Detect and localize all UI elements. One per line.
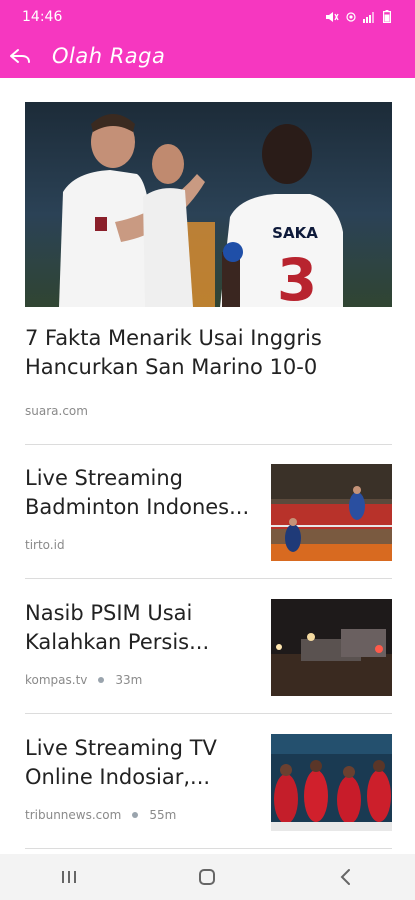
article-item-psim[interactable]: Nasib PSIM Usai Kalahkan Persis... kompa… [25,599,392,696]
article-title[interactable]: Live Streaming Badminton Indones... [25,464,257,522]
signal-icon [363,11,374,23]
divider [25,848,392,849]
article-source: kompas.tv [25,673,88,687]
status-icons [325,10,391,23]
status-bar: 14:46 [0,0,415,33]
system-nav-bar [0,854,415,900]
badminton-photo [271,464,392,561]
article-title[interactable]: Live Streaming TV Online Indosiar,... [25,734,257,792]
battery-icon [383,10,391,23]
page-title: Olah Raga [52,43,166,68]
recent-apps-button[interactable] [49,862,89,892]
news-feed[interactable]: SAKA 3 7 Fakta Menarik Usai Inggris Hanc… [0,78,415,854]
article-item-badminton[interactable]: Live Streaming Badminton Indones... tirt… [25,464,392,561]
article-item-indosiar[interactable]: Live Streaming TV Online Indosiar,... tr… [25,734,392,831]
divider [25,578,392,579]
back-arrow-icon [10,48,30,63]
article-source: tirto.id [25,538,65,552]
separator-dot-icon [132,812,139,818]
article-time: 33m [115,673,143,687]
street-night-photo [271,599,392,696]
divider [25,713,392,714]
hero-headline[interactable]: 7 Fakta Menarik Usai Inggris Hancurkan S… [25,324,385,382]
recent-apps-icon [62,871,77,883]
back-nav-button[interactable] [326,862,366,892]
jersey-number: 3 [277,246,317,307]
article-meta: tribunnews.com 55m [25,808,176,822]
article-thumbnail[interactable] [271,599,392,696]
article-meta: tirto.id [25,538,65,552]
hero-image[interactable]: SAKA 3 [25,102,392,307]
divider [25,444,392,445]
article-thumbnail[interactable] [271,464,392,561]
status-time: 14:46 [22,8,63,25]
back-button[interactable] [8,44,32,68]
home-button[interactable] [187,862,227,892]
hotspot-icon [346,11,356,22]
hero-photo: SAKA 3 [25,102,392,307]
home-icon [199,869,216,885]
article-time: 55m [149,808,177,822]
hero-source: suara.com [25,404,88,418]
article-title[interactable]: Nasib PSIM Usai Kalahkan Persis... [25,599,257,657]
jersey-name: SAKA [272,224,318,242]
football-team-photo [271,734,392,831]
mute-icon [326,11,339,22]
article-meta: kompas.tv 33m [25,673,142,687]
separator-dot-icon [98,677,105,683]
app-bar: Olah Raga [0,33,415,78]
article-source: tribunnews.com [25,808,122,822]
article-thumbnail[interactable] [271,734,392,831]
back-chevron-icon [340,869,350,885]
